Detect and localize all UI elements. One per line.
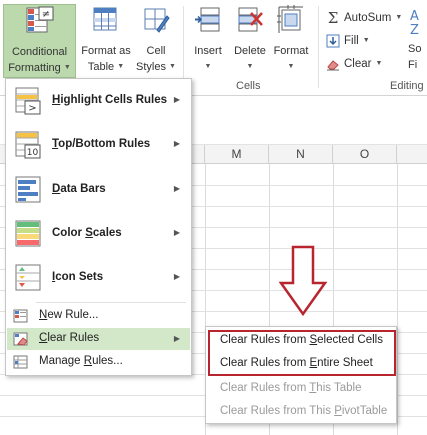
insert-cells-icon: [195, 7, 220, 32]
svg-text:≠: ≠: [41, 9, 49, 20]
chevron-right-icon: ▶: [173, 184, 180, 193]
svg-text:Z: Z: [410, 23, 419, 36]
format-as-table-icon: [93, 7, 117, 31]
cell-styles-button[interactable]: Cell Styles ▼: [134, 4, 178, 78]
chevron-down-icon: ▼: [63, 64, 71, 72]
format-label: Format: [273, 45, 309, 57]
chevron-right-icon: ▶: [173, 95, 180, 104]
menu-item-manage-rules[interactable]: Manage Rules...: [7, 351, 190, 373]
menu-item-label: Data Bars: [52, 183, 106, 195]
chevron-right-icon: ▶: [173, 272, 180, 281]
svg-text:>: >: [28, 103, 36, 114]
chevron-down-icon: ▼: [375, 60, 383, 67]
clear-button[interactable]: Clear ▼: [326, 54, 382, 74]
conditional-formatting-label-1: Conditional: [11, 46, 68, 58]
highlight-cells-icon: >: [15, 87, 41, 115]
chevron-down-icon: ▼: [287, 63, 295, 71]
menu-item-highlight-cells-rules[interactable]: > Highlight Cells Rules ▶: [7, 79, 190, 123]
clear-rules-this-table: Clear Rules from This Table: [220, 382, 362, 394]
format-as-table-button[interactable]: Format as Table ▼: [78, 4, 134, 78]
new-rule-icon: [13, 309, 28, 323]
manage-rules-icon: [13, 355, 28, 369]
sort-filter-label-2: Fi: [408, 59, 418, 71]
clear-rules-this-pivottable: Clear Rules from This PivotTable: [220, 405, 388, 417]
insert-button[interactable]: Insert ▼: [188, 4, 228, 78]
editing-group-label: Editing: [390, 80, 424, 92]
chevron-down-icon: ▼: [169, 63, 176, 71]
clear-label: Clear: [344, 58, 372, 70]
sort-filter-label-1: So: [408, 43, 422, 55]
menu-item-icon-sets[interactable]: Icon Sets ▶: [7, 256, 190, 300]
svg-text:10: 10: [27, 148, 39, 158]
conditional-formatting-label-2: Formatting: [8, 62, 61, 74]
ribbon-separator: [318, 6, 319, 88]
chevron-down-icon: ▼: [117, 63, 125, 71]
fill-down-icon: [326, 34, 340, 48]
menu-item-label: Color Scales: [52, 227, 122, 239]
chevron-right-icon: ▶: [173, 334, 180, 343]
menu-item-data-bars[interactable]: Data Bars ▶: [7, 168, 190, 212]
menu-item-new-rule[interactable]: New Rule...: [7, 305, 190, 327]
down-arrow-annotation: [278, 245, 328, 317]
menu-item-label: Clear Rules: [39, 332, 100, 344]
menu-item-top-bottom-rules[interactable]: 10 Top/Bottom Rules ▶: [7, 123, 190, 167]
autosum-label: AutoSum: [344, 12, 392, 24]
cells-group-label: Cells: [236, 80, 261, 92]
cell-styles-label-2: Styles: [136, 61, 166, 73]
icon-sets-icon: [15, 264, 41, 291]
chevron-down-icon: ▼: [204, 63, 212, 71]
autosum-button[interactable]: Σ AutoSum ▼: [326, 8, 403, 28]
data-bars-icon: [15, 176, 41, 203]
sort-filter-button[interactable]: A Z So Fi: [408, 4, 427, 78]
sigma-icon: Σ: [327, 9, 339, 27]
chevron-down-icon: ▼: [395, 14, 403, 21]
menu-item-label: Icon Sets: [52, 271, 104, 283]
column-header-m[interactable]: M: [205, 145, 269, 164]
conditional-formatting-button[interactable]: ≠ Conditional Formatting ▼: [3, 4, 76, 78]
conditional-formatting-menu: > Highlight Cells Rules ▶ 10 Top/Bottom …: [5, 78, 192, 376]
menu-item-clear-rules[interactable]: Clear Rules ▶: [7, 328, 190, 350]
format-as-table-label-1: Format as: [81, 45, 131, 57]
menu-item-label: Manage Rules...: [39, 355, 123, 367]
column-header-p[interactable]: [397, 145, 427, 164]
fill-button[interactable]: Fill ▼: [326, 31, 370, 51]
menu-separator: [36, 302, 186, 303]
cell-styles-label-1: Cell: [146, 45, 166, 57]
format-cells-icon: [277, 5, 303, 33]
column-header-blank: [192, 145, 205, 164]
cell-styles-icon: [144, 8, 170, 33]
format-button[interactable]: Format ▼: [270, 4, 312, 78]
conditional-formatting-icon: ≠: [26, 6, 53, 33]
format-as-table-label-2: Table: [87, 61, 115, 73]
delete-label: Delete: [234, 45, 266, 57]
delete-button[interactable]: Delete ▼: [230, 4, 270, 78]
fill-label: Fill: [344, 35, 359, 47]
top-bottom-icon: 10: [15, 131, 41, 159]
highlight-box-annotation: [208, 330, 396, 376]
clear-rules-icon: [13, 332, 28, 346]
insert-label: Insert: [194, 45, 222, 57]
ribbon-separator: [183, 6, 184, 88]
delete-cells-icon: [238, 7, 263, 32]
menu-item-label: Highlight Cells Rules: [52, 94, 168, 106]
chevron-right-icon: ▶: [173, 139, 180, 148]
column-header-n[interactable]: N: [269, 145, 333, 164]
menu-item-label: New Rule...: [39, 309, 99, 321]
column-header-o[interactable]: O: [333, 145, 397, 164]
sort-filter-icon: A Z: [410, 9, 419, 38]
chevron-right-icon: ▶: [173, 228, 180, 237]
svg-text:A: A: [410, 9, 419, 24]
chevron-down-icon: ▼: [246, 63, 254, 71]
chevron-down-icon: ▼: [362, 37, 370, 44]
color-scales-icon: [15, 220, 41, 247]
eraser-icon: [327, 60, 339, 71]
menu-item-label: Top/Bottom Rules: [52, 138, 151, 150]
menu-item-color-scales[interactable]: Color Scales ▶: [7, 212, 190, 256]
